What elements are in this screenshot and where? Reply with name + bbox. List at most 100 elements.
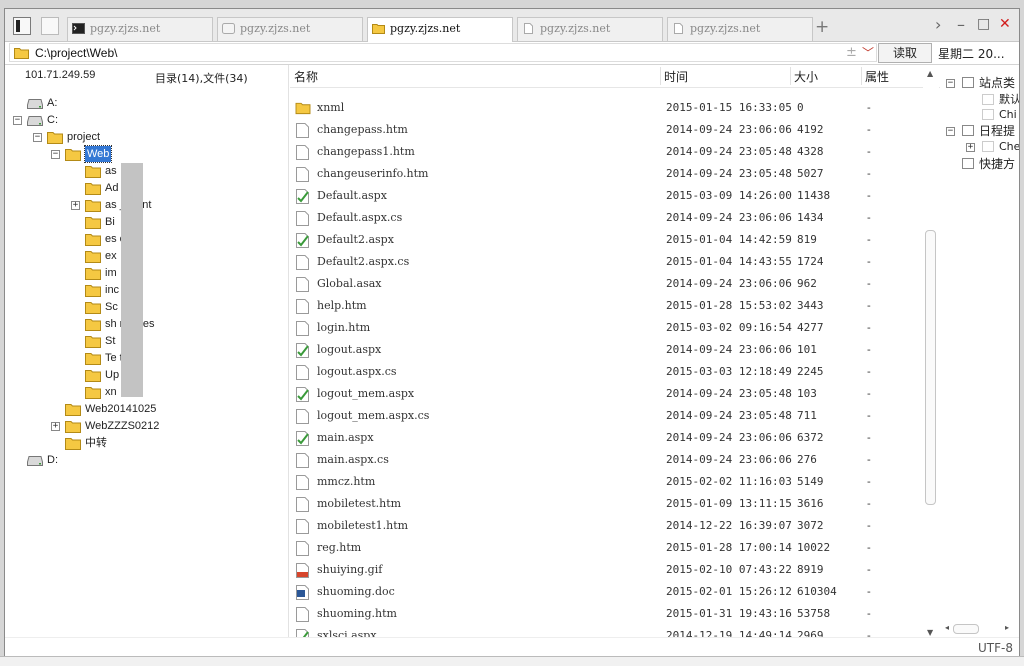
scroll-up-icon[interactable]: ▲	[927, 69, 933, 78]
bookmark-item[interactable]: − 站点类	[940, 75, 1019, 91]
item-icon	[982, 109, 994, 120]
file-row[interactable]: Default.aspx.cs 2014-09-24 23:06:06 1434 -	[290, 207, 930, 229]
file-row[interactable]: changepass.htm 2014-09-24 23:06:06 4192 -	[290, 119, 930, 141]
file-size: 4192	[797, 123, 824, 136]
drive-icon	[27, 116, 43, 126]
tree-item[interactable]: − C:	[5, 112, 285, 128]
file-row[interactable]: mobiletest.htm 2015-01-09 13:11:15 3616 -	[290, 493, 930, 515]
scroll-right-icon[interactable]: ▸	[1005, 623, 1009, 632]
file-row[interactable]: main.aspx 2014-09-24 23:06:06 6372 -	[290, 427, 930, 449]
read-button[interactable]: 读取	[878, 43, 932, 63]
file-row[interactable]: shuiying.gif 2015-02-10 07:43:22 8919 -	[290, 559, 930, 581]
scroll-tabs-right-icon[interactable]: ›	[935, 15, 941, 34]
scroll-down-icon[interactable]: ▼	[927, 628, 933, 637]
tree-item[interactable]: +as _client	[5, 197, 285, 213]
expand-icon[interactable]: +	[966, 143, 975, 152]
close-button[interactable]: ✕	[999, 16, 1011, 32]
file-row[interactable]: shuoming.htm 2015-01-31 19:43:16 53758 -	[290, 603, 930, 625]
tree-item-label: Sc	[105, 301, 118, 313]
tab-0[interactable]: pgzy.zjzs.net	[67, 17, 213, 41]
horizontal-scrollbar[interactable]: ◂ ▸	[945, 621, 1019, 637]
file-row[interactable]: Default2.aspx 2015-01-04 14:42:59 819 -	[290, 229, 930, 251]
file-row[interactable]: logout.aspx 2014-09-24 23:06:06 101 -	[290, 339, 930, 361]
file-row[interactable]: reg.htm 2015-01-28 17:00:14 10022 -	[290, 537, 930, 559]
file-row[interactable]: changeuserinfo.htm 2014-09-24 23:05:48 502…	[290, 163, 930, 185]
file-row[interactable]: mmcz.htm 2015-02-02 11:16:03 5149 -	[290, 471, 930, 493]
tree-item[interactable]: ex	[5, 248, 285, 264]
tree-item[interactable]: + WebZZZS0212	[5, 418, 285, 434]
h-scrollbar-thumb[interactable]	[953, 624, 979, 634]
scroll-left-icon[interactable]: ◂	[945, 623, 949, 632]
column-time-header[interactable]: 时间	[664, 68, 688, 84]
expand-icon[interactable]: +	[71, 201, 80, 210]
column-divider[interactable]	[790, 67, 791, 85]
tree-item[interactable]: inc	[5, 282, 285, 298]
maximize-button[interactable]: □	[977, 16, 990, 32]
file-row[interactable]: Global.asax 2014-09-24 23:06:06 962 -	[290, 273, 930, 295]
bookmark-item[interactable]: − 日程提	[940, 123, 1019, 139]
file-name: changepass1.htm	[317, 145, 415, 158]
column-attr-header[interactable]: 属性	[865, 68, 889, 84]
tree-item[interactable]: D:	[5, 452, 285, 468]
file-row[interactable]: logout_mem.aspx.cs 2014-09-24 23:05:48 711…	[290, 405, 930, 427]
refresh-button[interactable]	[41, 17, 59, 35]
collapse-icon[interactable]: −	[51, 150, 60, 159]
new-tab-button[interactable]: +	[815, 17, 829, 37]
file-row[interactable]: login.htm 2015-03-02 09:16:54 4277 -	[290, 317, 930, 339]
tree-item[interactable]: Up	[5, 367, 285, 383]
bookmark-item[interactable]: + Che	[940, 139, 1019, 155]
tree-item[interactable]: Bi	[5, 214, 285, 230]
bookmark-item[interactable]: 默认	[940, 92, 1019, 108]
tree-item[interactable]: Sc	[5, 299, 285, 315]
column-size-header[interactable]: 大小	[794, 68, 818, 84]
tree-item[interactable]: St	[5, 333, 285, 349]
tree-item[interactable]: Ad	[5, 180, 285, 196]
file-icon	[296, 299, 309, 314]
tree-item[interactable]: as	[5, 163, 285, 179]
scrollbar-thumb[interactable]	[925, 230, 936, 505]
bookmark-item[interactable]: 快捷方	[940, 156, 1019, 172]
tree-item[interactable]: A:	[5, 95, 285, 111]
tree-item[interactable]: xn	[5, 384, 285, 400]
file-row[interactable]: help.htm 2015-01-28 15:53:02 3443 -	[290, 295, 930, 317]
file-row[interactable]: xnml 2015-01-15 16:33:05 0 -	[290, 97, 930, 119]
file-size: 11438	[797, 189, 831, 202]
file-row[interactable]: mobiletest1.htm 2014-12-22 16:39:07 3072 -	[290, 515, 930, 537]
tree-item[interactable]: Web20141025	[5, 401, 285, 417]
tree-item[interactable]: im	[5, 265, 285, 281]
tab-1[interactable]: pgzy.zjzs.net	[217, 17, 363, 41]
tab-4[interactable]: pgzy.zjzs.net	[667, 17, 813, 41]
path-input[interactable]: C:\project\Web\ ± ﹀	[9, 43, 877, 62]
collapse-icon[interactable]: −	[13, 116, 22, 125]
tab-2[interactable]: pgzy.zjzs.net	[367, 17, 513, 42]
collapse-icon[interactable]: −	[946, 79, 955, 88]
vertical-scrollbar[interactable]: ▲ ▼	[923, 65, 939, 640]
file-row[interactable]: main.aspx.cs 2014-09-24 23:06:06 276 -	[290, 449, 930, 471]
collapse-icon[interactable]: −	[33, 133, 42, 142]
file-row[interactable]: shuoming.doc 2015-02-01 15:26:12 610304 -	[290, 581, 930, 603]
tree-item[interactable]: es est	[5, 231, 285, 247]
tree-item[interactable]: sh ng.files	[5, 316, 285, 332]
column-divider[interactable]	[660, 67, 661, 85]
minimize-button[interactable]: –	[957, 15, 965, 34]
expand-icon[interactable]: +	[51, 422, 60, 431]
collapse-icon[interactable]: −	[946, 127, 955, 136]
sidebar-toggle-button[interactable]	[13, 17, 31, 35]
bookmark-label: 快捷方	[979, 157, 1016, 171]
file-row[interactable]: changepass1.htm 2014-09-24 23:05:48 4328 -	[290, 141, 930, 163]
file-row[interactable]: logout.aspx.cs 2015-03-03 12:18:49 2245 -	[290, 361, 930, 383]
bookmark-item[interactable]: Chi	[940, 107, 1019, 123]
tree-item[interactable]: Te te	[5, 350, 285, 366]
tree-item[interactable]: 中转	[5, 435, 285, 451]
chevron-down-icon[interactable]: ﹀	[862, 44, 874, 61]
add-bookmark-icon[interactable]: ±	[846, 45, 857, 60]
tree-item[interactable]: − project	[5, 129, 285, 145]
column-divider[interactable]	[861, 67, 862, 85]
folder-icon	[85, 336, 101, 348]
file-row[interactable]: logout_mem.aspx 2014-09-24 23:05:48 103 -	[290, 383, 930, 405]
file-row[interactable]: Default2.aspx.cs 2015-01-04 14:43:55 1724 -	[290, 251, 930, 273]
column-name-header[interactable]: 名称	[294, 68, 318, 84]
file-row[interactable]: Default.aspx 2015-03-09 14:26:00 11438 -	[290, 185, 930, 207]
tree-item[interactable]: − Web	[5, 145, 285, 163]
tab-3[interactable]: pgzy.zjzs.net	[517, 17, 663, 41]
